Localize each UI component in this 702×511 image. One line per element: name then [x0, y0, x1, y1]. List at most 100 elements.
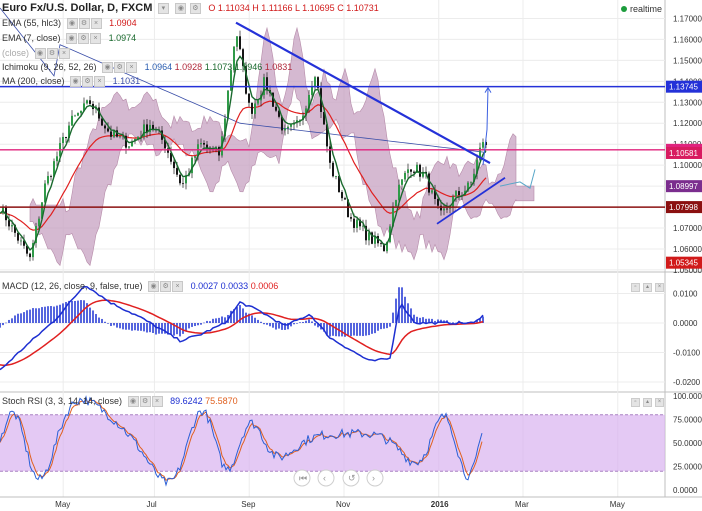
nav-prev-icon[interactable]: ‹	[323, 473, 326, 483]
macd-histogram-bar	[29, 309, 31, 323]
eye-icon[interactable]: ◉	[66, 33, 78, 45]
candle-body	[443, 208, 445, 211]
macd-tick-label: -0.0200	[673, 378, 701, 387]
eye-icon[interactable]: ◉	[34, 48, 46, 60]
settings-icon[interactable]: ⚙	[78, 33, 90, 45]
candle-body	[173, 161, 175, 169]
pane-maximize-icon[interactable]: ▫	[631, 398, 640, 407]
candle-body	[458, 191, 460, 196]
nav-next-icon[interactable]: ›	[372, 473, 375, 483]
close-icon[interactable]: ×	[126, 62, 138, 74]
ema55-label: EMA (55, hlc3)	[2, 18, 62, 28]
price-label-text: 1.05345	[669, 259, 698, 268]
eye-icon[interactable]: ◉	[102, 62, 114, 74]
candle-body	[254, 103, 256, 114]
eye-icon[interactable]: ◉	[70, 76, 82, 88]
stoch-header[interactable]: Stoch RSI (3, 3, 14, 14, close) ◉ ⚙ × 89.6…	[2, 396, 238, 408]
macd-histogram-bar	[398, 287, 400, 323]
time-axis-label: May	[610, 500, 625, 509]
settings-icon[interactable]: ⚙	[160, 281, 172, 293]
macd-histogram-bar	[182, 323, 184, 334]
pane-close-icon[interactable]: ×	[655, 283, 664, 292]
settings-icon[interactable]: ⚙	[82, 76, 94, 88]
price-tick-label: 1.10000	[673, 161, 702, 170]
candle-body	[350, 217, 352, 219]
close-icon[interactable]: ×	[90, 18, 102, 30]
macd-histogram-bar	[365, 323, 367, 336]
candle-body	[404, 172, 406, 180]
eye-icon[interactable]: ◉	[66, 18, 78, 30]
eye-icon[interactable]: ◉	[148, 281, 160, 293]
close-icon[interactable]: ×	[151, 396, 163, 408]
settings-icon[interactable]: ⚙	[78, 18, 90, 30]
macd-header[interactable]: MACD (12, 26, close, 9, false, true) ◉ ⚙ ×…	[2, 281, 279, 293]
symbol-title: Euro Fx/U.S. Dollar, D, FXCM	[2, 2, 153, 14]
macd-histogram-bar	[434, 320, 436, 323]
close-icon[interactable]: ×	[94, 76, 106, 88]
price-tick-label: 1.16000	[673, 35, 702, 44]
macd-histogram-bar	[170, 323, 172, 334]
macd-histogram-bar	[161, 323, 163, 334]
macd-tick-label: 0.0100	[673, 290, 698, 299]
candle-body	[239, 36, 241, 50]
candle-body	[77, 113, 79, 116]
pane-up-icon[interactable]: ▴	[643, 283, 652, 292]
eye-icon[interactable]: ◉	[127, 396, 139, 408]
settings-icon[interactable]: ⚙	[114, 62, 126, 74]
candle-body	[311, 86, 313, 95]
candle-body	[257, 100, 259, 104]
macd-histogram-bar	[206, 320, 208, 323]
close-icon[interactable]: ×	[90, 33, 102, 45]
macd-histogram-bar	[149, 323, 151, 333]
macd-histogram-bar	[377, 323, 379, 331]
macd-histogram-bar	[56, 305, 58, 323]
macd-histogram-bar	[131, 323, 133, 331]
macd-histogram-bar	[305, 320, 307, 323]
macd-histogram-bar	[368, 323, 370, 336]
chevron-down-icon[interactable]: ▾	[157, 3, 169, 15]
candle-body	[107, 128, 109, 132]
settings-icon[interactable]: ⚙	[139, 396, 151, 408]
pane-close-icon[interactable]: ×	[655, 398, 664, 407]
price-label-text: 1.08997	[669, 182, 698, 191]
candle-body	[71, 115, 73, 126]
indicator-ema7[interactable]: EMA (7, close) ◉ ⚙ × 1.0974	[2, 33, 136, 45]
indicator-hidden[interactable]: (close) ◉ ⚙ ×	[2, 48, 71, 60]
macd-histogram-bar	[83, 300, 85, 323]
indicator-ma200[interactable]: MA (200, close) ◉ ⚙ × 1.1031	[2, 76, 140, 88]
pane-maximize-icon[interactable]: ▫	[631, 283, 640, 292]
price-tick-label: 1.06000	[673, 245, 702, 254]
close-icon[interactable]: ×	[172, 281, 184, 293]
stoch-tick-label: 100.0000	[673, 392, 702, 401]
pane-up-icon[interactable]: ▴	[643, 398, 652, 407]
ohlc-values: O 1.11034 H 1.11166 L 1.10695 C 1.10731	[208, 3, 379, 13]
indicator-ichimoku[interactable]: Ichimoku (9, 26, 52, 26) ◉ ⚙ × 1.0964 1.09…	[2, 62, 292, 74]
stoch-tick-label: 50.0000	[673, 439, 702, 448]
nav-reset-icon[interactable]: ↺	[348, 473, 356, 483]
candle-body	[395, 200, 397, 207]
macd-signal-value: 0.0006	[250, 281, 279, 291]
candle-body	[353, 218, 355, 228]
settings-icon[interactable]: ⚙	[46, 48, 58, 60]
macd-histogram-bar	[242, 308, 244, 323]
macd-histogram-bar	[389, 323, 391, 327]
macd-histogram-bar	[266, 323, 268, 325]
close-icon[interactable]: ×	[58, 48, 70, 60]
indicator-ema55[interactable]: EMA (55, hlc3) ◉ ⚙ × 1.0904	[2, 18, 137, 30]
settings-icon[interactable]: ⚙	[189, 3, 201, 15]
macd-histogram-bar	[209, 321, 211, 323]
macd-histogram-bar	[197, 323, 199, 326]
macd-histogram-bar	[272, 323, 274, 328]
eye-icon[interactable]: ◉	[175, 3, 187, 15]
macd-histogram-bar	[8, 319, 10, 323]
macd-histogram-bar	[350, 323, 352, 336]
candle-body	[47, 176, 49, 184]
candle-body	[398, 184, 400, 201]
candle-body	[62, 136, 64, 144]
macd-histogram-bar	[179, 323, 181, 337]
candle-body	[203, 143, 205, 145]
ichimoku-value-4: 1.0946	[234, 62, 263, 72]
candle-body	[89, 100, 91, 104]
macd-tick-label: 0.0000	[673, 319, 698, 328]
nav-first-icon[interactable]: ⏮	[299, 473, 307, 483]
